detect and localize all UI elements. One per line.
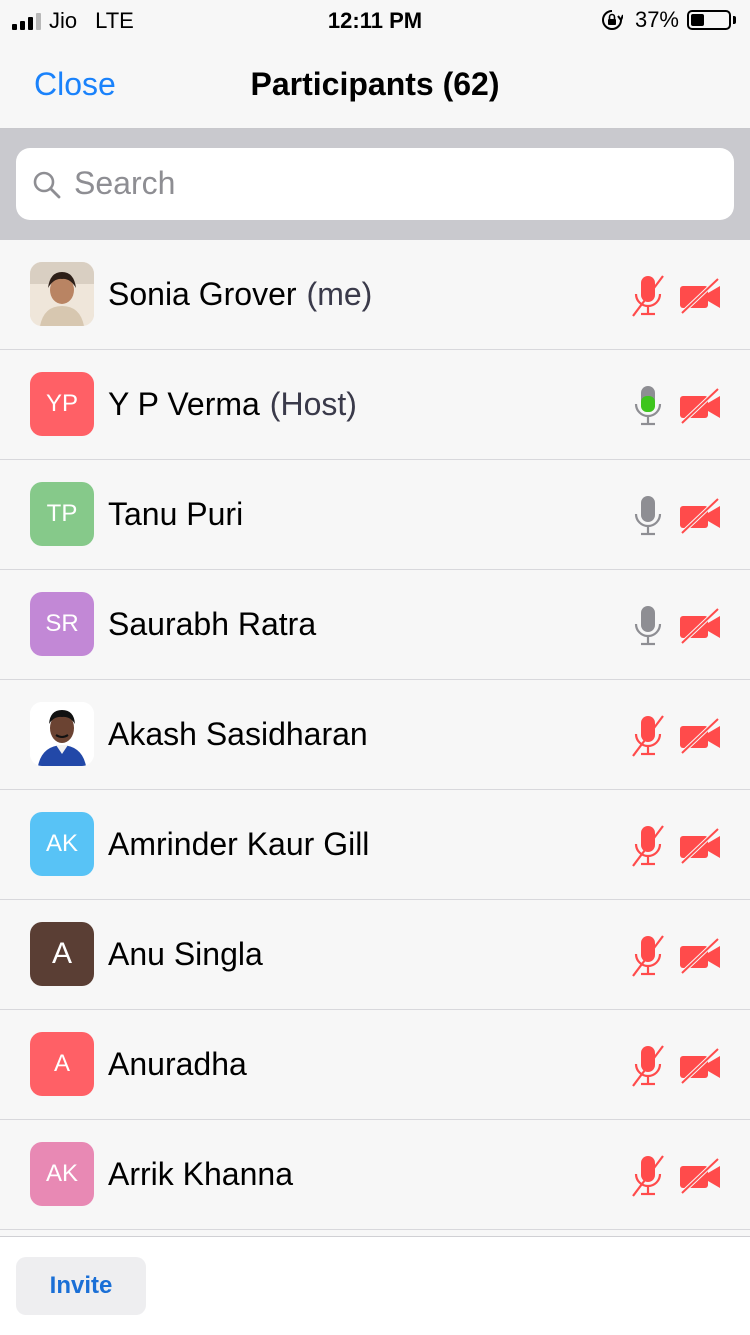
participant-name: Y P Verma	[108, 386, 260, 422]
participant-role: (Host)	[269, 386, 357, 422]
avatar	[30, 262, 94, 326]
participant-name-wrap: Akash Sasidharan	[108, 680, 368, 789]
status-bar: Jio LTE 12:11 PM 37%	[0, 0, 750, 40]
video-off-icon[interactable]	[678, 277, 722, 315]
avatar: YP	[30, 372, 94, 436]
participant-name: Anuradha	[108, 1046, 247, 1082]
video-off-icon[interactable]	[678, 607, 722, 645]
avatar: AK	[30, 1142, 94, 1206]
avatar: AK	[30, 812, 94, 876]
participant-name: Tanu Puri	[108, 496, 244, 532]
video-off-icon[interactable]	[678, 1047, 722, 1085]
avatar-initials: AK	[45, 1160, 78, 1187]
battery-percent: 37%	[634, 7, 679, 32]
mic-icon[interactable]	[630, 384, 666, 428]
avatar: A	[30, 922, 94, 986]
participant-name: Anu Singla	[108, 936, 263, 972]
battery-fill	[691, 14, 704, 26]
participant-row[interactable]: YP Y P Verma (Host)	[0, 350, 750, 460]
orientation-lock-icon	[601, 10, 623, 30]
invite-button[interactable]: Invite	[16, 1257, 146, 1315]
participant-name-wrap: Amrinder Kaur Gill	[108, 790, 369, 899]
battery-icon	[687, 10, 731, 30]
avatar-initials: A	[53, 1050, 70, 1077]
video-off-icon[interactable]	[678, 937, 722, 975]
avatar-initials: TP	[46, 500, 78, 527]
mic-icon[interactable]	[630, 494, 666, 538]
participant-name: Akash Sasidharan	[108, 716, 368, 752]
mic-muted-icon[interactable]	[630, 934, 666, 978]
avatar-initials: AK	[45, 830, 78, 857]
participant-name-wrap: Arrik Khanna	[108, 1120, 293, 1229]
participant-row[interactable]: AK Arrik Khanna	[0, 1120, 750, 1230]
participant-name-wrap: Anu Singla	[108, 900, 263, 1009]
participant-row[interactable]: SR Saurabh Ratra	[0, 570, 750, 680]
mic-muted-icon[interactable]	[630, 824, 666, 868]
participant-row[interactable]: A Anuradha	[0, 1010, 750, 1120]
nav-bar: Close Participants (62)	[0, 40, 750, 129]
mic-muted-icon[interactable]	[630, 274, 666, 318]
participant-name-wrap: Anuradha	[108, 1010, 247, 1119]
video-off-icon[interactable]	[678, 497, 722, 535]
search-area	[0, 129, 750, 240]
mic-muted-icon[interactable]	[630, 1154, 666, 1198]
participant-row[interactable]: Akash Sasidharan	[0, 680, 750, 790]
mic-muted-icon[interactable]	[630, 714, 666, 758]
participant-role: (me)	[306, 276, 373, 312]
participant-name: Arrik Khanna	[108, 1156, 293, 1192]
participant-row[interactable]: AK Amrinder Kaur Gill	[0, 790, 750, 900]
participant-row[interactable]: Sonia Grover (me)	[0, 240, 750, 350]
avatar: A	[30, 1032, 94, 1096]
participant-name-wrap: Tanu Puri	[108, 460, 243, 569]
participant-row[interactable]: TP Tanu Puri	[0, 460, 750, 570]
avatar: SR	[30, 592, 94, 656]
avatar-initials: YP	[45, 390, 78, 417]
video-off-icon[interactable]	[678, 1157, 722, 1195]
mic-icon[interactable]	[630, 604, 666, 648]
avatar-initials: A	[51, 937, 72, 970]
participant-row[interactable]: A Anu Singla	[0, 900, 750, 1010]
participant-list[interactable]: Sonia Grover (me) YP Y P Verma (Host) TP Tanu …	[0, 240, 750, 1230]
avatar: TP	[30, 482, 94, 546]
avatar	[30, 702, 94, 766]
page-title: Participants (62)	[250, 66, 500, 102]
search-input[interactable]	[74, 160, 714, 206]
search-box[interactable]	[16, 148, 734, 220]
bottom-bar: Invite	[0, 1236, 750, 1335]
video-off-icon[interactable]	[678, 387, 722, 425]
participant-name-wrap: Saurabh Ratra	[108, 570, 316, 679]
avatar-initials: SR	[45, 610, 79, 637]
participant-name-wrap: Sonia Grover (me)	[108, 240, 372, 349]
video-off-icon[interactable]	[678, 717, 722, 755]
search-icon	[33, 171, 61, 199]
participant-name: Sonia Grover	[108, 276, 297, 312]
video-off-icon[interactable]	[678, 827, 722, 865]
battery-cap	[733, 16, 736, 24]
mic-muted-icon[interactable]	[630, 1044, 666, 1088]
participant-name: Saurabh Ratra	[108, 606, 317, 642]
participant-name-wrap: Y P Verma (Host)	[108, 350, 357, 459]
status-right: 37%	[601, 7, 736, 33]
participant-name: Amrinder Kaur Gill	[108, 826, 370, 862]
